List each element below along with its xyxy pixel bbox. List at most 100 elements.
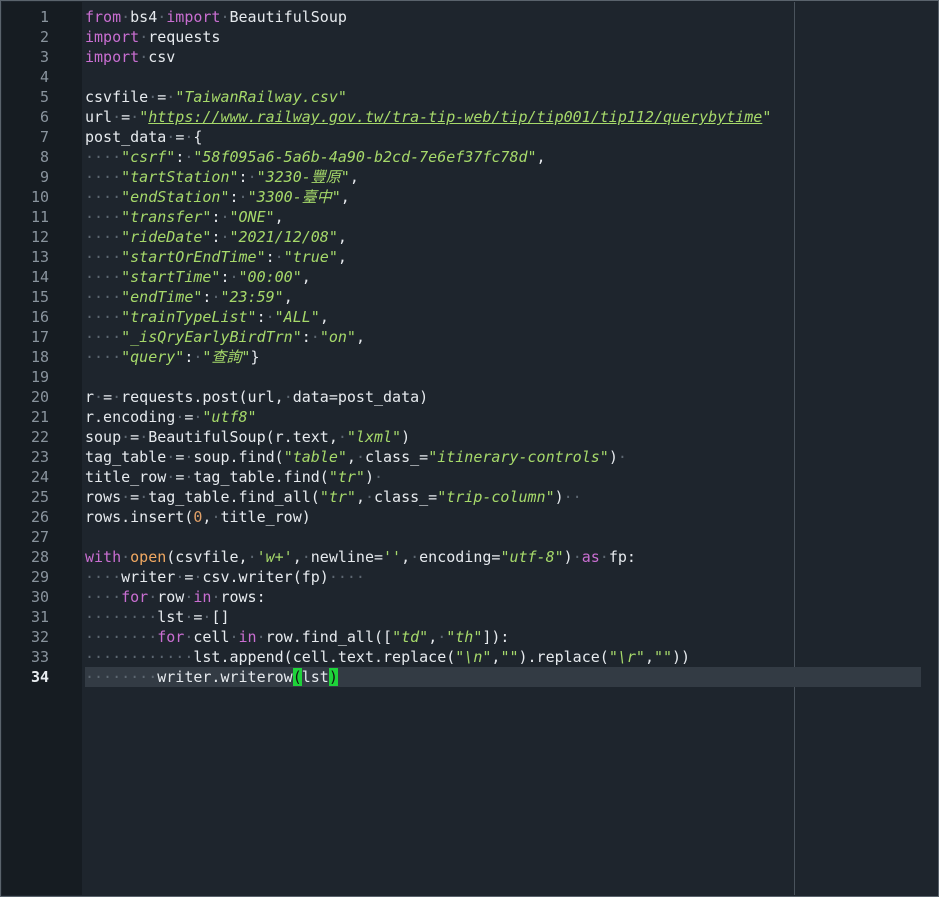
code-line[interactable]: ····"_isQryEarlyBirdTrn":·"on", [85,327,365,347]
code-line[interactable]: ····"csrf":·"58f095a6-5a6b-4a90-b2cd-7e6… [85,147,546,167]
code-line[interactable]: import·csv [85,47,175,67]
code-token: rows [85,488,122,506]
code-line[interactable]: import·requests [85,27,220,47]
code-token: lst [301,668,329,686]
code-line[interactable]: ····"endStation":·"3300-臺中", [85,187,350,207]
whitespace-marker: ···· [85,148,122,166]
code-token: , [355,328,365,346]
code-line[interactable]: from·bs4·import·BeautifulSoup [85,7,347,27]
whitespace-marker: · [229,628,239,646]
code-token: cell [193,628,230,646]
whitespace-marker: · [112,108,122,126]
code-line[interactable]: rows.insert(0,·title_row) [85,507,311,527]
code-token: = [175,128,185,146]
line-number: 12 [30,228,49,246]
code-token: writer.writerow [157,668,293,686]
code-token: "td" [392,628,429,646]
whitespace-marker: · [238,188,248,206]
code-token: : [238,168,248,186]
code-token: , [292,548,302,566]
code-token: "query" [121,348,185,366]
code-token: "23:59" [220,288,284,306]
code-token: ) [328,668,338,686]
whitespace-marker: · [310,328,320,346]
code-line[interactable]: title_row·=·tag_table.find("tr")· [85,467,383,487]
code-token: , [401,548,411,566]
code-token: ).replace( [518,648,609,666]
code-token: (csvfile, [166,548,248,566]
code-token: with [85,548,122,566]
code-line[interactable]: ····writer·=·csv.writer(fp)···· [85,567,365,587]
whitespace-marker: ···· [85,268,122,286]
code-token: "trip-column" [437,488,555,506]
code-token: "utf-8" [500,548,564,566]
whitespace-marker: · [166,128,176,146]
code-token: open [130,548,167,566]
code-token: = [103,388,113,406]
code-line[interactable]: soup·=·BeautifulSoup(r.text,·"lxml") [85,427,410,447]
whitespace-marker: · [220,208,230,226]
code-token: "" [653,648,673,666]
code-token: , [319,308,329,326]
code-token: in [238,628,257,646]
code-line-current[interactable]: ········writer.writerow(lst) [85,667,921,687]
whitespace-marker: ···· [85,288,122,306]
line-number: 1 [39,8,49,26]
line-number: 3 [39,48,49,66]
code-token: : [220,268,230,286]
code-line[interactable]: ····for·row·in·rows: [85,587,266,607]
whitespace-marker: · [139,488,149,506]
code-token: r.encoding [85,408,176,426]
code-token: , [644,648,654,666]
code-line[interactable]: rows·=·tag_table.find_all("tr",·class_="… [85,487,582,507]
whitespace-marker: · [166,468,176,486]
whitespace-marker: · [301,548,311,566]
code-line[interactable]: url·=·"https://www.railway.gov.tw/tra-ti… [85,107,771,127]
whitespace-marker: · [265,308,275,326]
code-token: "on" [319,328,356,346]
code-line[interactable]: ····"transfer":·"ONE", [85,207,284,227]
whitespace-marker: ···· [85,588,122,606]
code-line[interactable]: r·=·requests.post(url,·data=post_data) [85,387,428,407]
whitespace-marker: · [166,88,176,106]
line-number: 8 [39,148,49,166]
code-line[interactable]: ····"query":·"查詢"} [85,347,260,367]
code-line[interactable]: ····"tartStation":·"3230-豐原", [85,167,359,187]
whitespace-marker: · [139,48,149,66]
code-token: "transfer" [121,208,212,226]
code-token: , [346,448,356,466]
code-token: csv.writer(fp) [202,568,329,586]
code-line[interactable]: ····"startOrEndTime":·"true", [85,247,347,267]
code-line[interactable]: ····"trainTypeList":·"ALL", [85,307,329,327]
whitespace-marker: ········ [85,608,158,626]
code-token: "" [500,648,519,666]
line-number: 19 [30,368,49,386]
code-token: } [250,348,260,366]
code-token: import [166,8,221,26]
code-token: soup [85,428,122,446]
whitespace-marker: · [220,8,230,26]
code-line[interactable]: ········for·cell·in·row.find_all(["td",·… [85,627,509,647]
code-token: "查詢" [202,348,251,366]
code-token: data=post_data) [292,388,429,406]
code-token: = [130,428,140,446]
code-line[interactable]: ········lst·=·[] [85,607,230,627]
code-line[interactable]: r.encoding·=·"utf8" [85,407,257,427]
code-line[interactable]: with·open(csvfile,·'w+',·newline='',·enc… [85,547,636,567]
code-line[interactable]: ····"rideDate":·"2021/12/08", [85,227,347,247]
code-token: writer [121,568,176,586]
code-token: "table" [283,448,347,466]
whitespace-marker: · [121,428,131,446]
code-line[interactable]: ····"endTime":·"23:59", [85,287,293,307]
code-line[interactable]: post_data·=·{ [85,127,202,147]
whitespace-marker: · [437,628,447,646]
whitespace-marker: · [572,548,582,566]
code-line[interactable]: ············lst.append(cell.text.replace… [85,647,690,667]
code-line[interactable]: csvfile·=·"TaiwanRailway.csv" [85,87,347,107]
code-line[interactable]: ····"startTime":·"00:00", [85,267,311,287]
whitespace-marker: · [148,588,158,606]
code-token: "\r" [608,648,645,666]
line-number: 29 [30,568,49,586]
whitespace-marker: ·· [563,488,582,506]
code-line[interactable]: tag_table·=·soup.find("table",·class_="i… [85,447,627,467]
